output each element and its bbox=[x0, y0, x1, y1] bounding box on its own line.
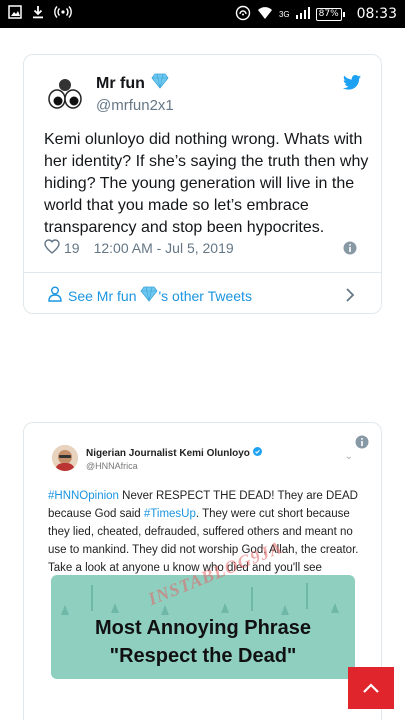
tweet-card[interactable]: Mr fun @mrfun2x1 Kemi olunloyo did nothi… bbox=[23, 54, 382, 314]
hashtag-hnnopinion: #HNNOpinion bbox=[48, 490, 119, 502]
tweet-timestamp[interactable]: 12:00 AM - Jul 5, 2019 bbox=[94, 240, 234, 256]
gallery-icon bbox=[8, 4, 22, 24]
screenshot-author-name: Nigerian Journalist Kemi Olunloyo bbox=[86, 447, 250, 459]
hashtag-timesup: #TimesUp bbox=[143, 508, 196, 520]
embedded-screenshot-card[interactable]: Nigerian Journalist Kemi Olunloyo @HNNAf… bbox=[23, 422, 382, 720]
tweet-text: Kemi olunloyo did nothing wrong. Whats w… bbox=[44, 131, 369, 236]
scroll-to-top-button[interactable] bbox=[348, 667, 394, 709]
screenshot-text: #HNNOpinion Never RESPECT THE DEAD! They… bbox=[48, 487, 368, 577]
signal-icon bbox=[295, 6, 310, 22]
download-icon bbox=[32, 5, 44, 24]
info-icon[interactable] bbox=[343, 241, 357, 260]
battery-icon: 87% bbox=[315, 7, 345, 21]
verified-icon bbox=[252, 447, 262, 459]
image-caption-line2: "Respect the Dead" bbox=[109, 645, 297, 667]
diamond-icon bbox=[151, 73, 169, 94]
screenshot-image: Most Annoying Phrase "Respect the Dead" bbox=[51, 575, 355, 679]
screenshot-avatar bbox=[52, 445, 78, 471]
wifi-icon bbox=[257, 6, 273, 23]
info-icon[interactable] bbox=[355, 435, 369, 454]
chevron-right-icon[interactable] bbox=[345, 288, 355, 307]
status-time: 08:33 bbox=[356, 6, 397, 22]
other-tweets-label-pre: See Mr fun bbox=[68, 287, 137, 304]
other-tweets-label-post: 's other Tweets bbox=[158, 287, 252, 304]
diamond-icon bbox=[140, 286, 158, 305]
heart-icon[interactable] bbox=[44, 239, 60, 257]
hotspot-icon bbox=[54, 5, 72, 24]
tweet-author-handle[interactable]: @mrfun2x1 bbox=[96, 97, 174, 114]
chevron-down-icon: ⌄ bbox=[344, 451, 353, 462]
network-type-label: 3G bbox=[278, 9, 290, 19]
screenshot-author-handle: @HNNAfrica bbox=[86, 461, 138, 471]
user-icon bbox=[48, 286, 62, 305]
twitter-bird-icon[interactable] bbox=[343, 75, 361, 95]
like-count[interactable]: 19 bbox=[64, 240, 80, 256]
tweet-author-name[interactable]: Mr fun bbox=[96, 75, 145, 93]
avatar[interactable] bbox=[46, 75, 84, 113]
battery-level: 87% bbox=[315, 7, 342, 21]
divider bbox=[24, 272, 381, 273]
see-other-tweets-link[interactable]: See Mr fun 's other Tweets bbox=[48, 286, 252, 305]
status-bar: 3G 87% 08:33 bbox=[0, 0, 405, 28]
hotspot-status-icon bbox=[235, 5, 251, 24]
image-caption-line1: Most Annoying Phrase bbox=[95, 617, 311, 639]
